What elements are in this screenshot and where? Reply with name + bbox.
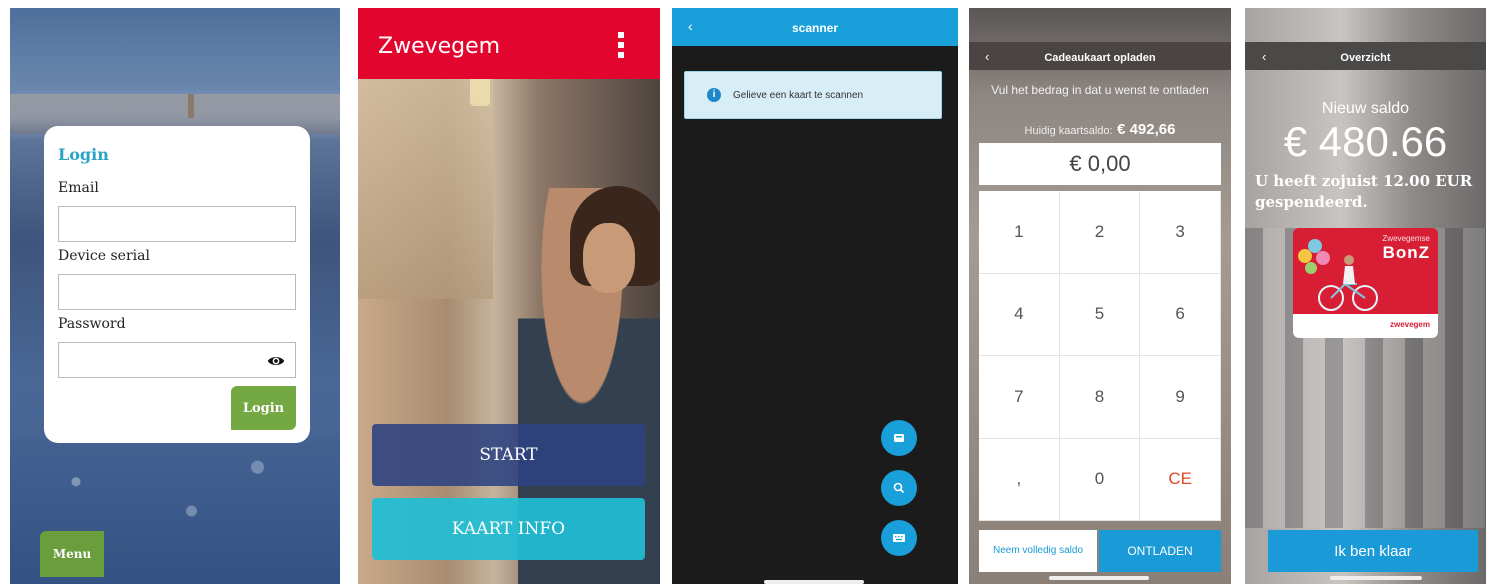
- home-screen: Zwevegem START KAART INFO: [358, 8, 660, 584]
- unload-button[interactable]: ONTLADEN: [1099, 530, 1221, 572]
- topup-screen: ‹ Cadeaukaart opladen Vul het bedrag in …: [969, 8, 1231, 584]
- info-icon: i: [707, 88, 721, 102]
- card-brand: Zwevegemse BonZ: [1382, 234, 1430, 263]
- keypad-key[interactable]: 9: [1140, 356, 1221, 439]
- current-balance: Huidig kaartsaldo: € 492,66: [969, 121, 1231, 139]
- amount-prompt: Vul het bedrag in dat u wenst te ontlade…: [991, 83, 1209, 97]
- overview-screen: ‹ Overzicht Nieuw saldo € 480.66 U heeft…: [1245, 8, 1486, 584]
- scanner-screen: ‹ scanner i Gelieve een kaart te scannen: [672, 8, 958, 584]
- device-serial-label: Device serial: [58, 248, 150, 264]
- eye-icon[interactable]: [267, 352, 285, 370]
- keypad-key[interactable]: 7: [979, 356, 1060, 439]
- card-scan-button[interactable]: [881, 420, 917, 456]
- keypad-key[interactable]: 1: [979, 191, 1060, 274]
- keypad-key[interactable]: 6: [1140, 273, 1221, 356]
- keypad-key[interactable]: 3: [1140, 191, 1221, 274]
- overview-title: Overzicht: [1340, 52, 1391, 64]
- keypad-key[interactable]: 0: [1059, 438, 1141, 521]
- password-label: Password: [58, 316, 126, 332]
- search-button[interactable]: [881, 470, 917, 506]
- password-field[interactable]: [58, 342, 296, 378]
- balance-value: € 492,66: [1117, 121, 1176, 138]
- kebab-menu-icon[interactable]: [618, 32, 626, 60]
- gift-card-image: Zwevegemse BonZ zwevegem: [1293, 228, 1438, 338]
- keypad-key[interactable]: 4: [979, 273, 1060, 356]
- keypad-key[interactable]: 5: [1059, 273, 1141, 356]
- amount-display: € 0,00: [979, 143, 1221, 185]
- new-balance-label: Nieuw saldo: [1321, 100, 1410, 117]
- numeric-keypad: 1 2 3 4 5 6 7 8 9, 0 CE: [979, 191, 1221, 521]
- balance-label: Huidig kaartsaldo:: [1024, 125, 1113, 137]
- login-title: Login: [58, 145, 109, 164]
- background-window: [358, 79, 493, 299]
- keypad-key[interactable]: 2: [1059, 191, 1141, 274]
- keypad-key[interactable]: 8: [1059, 356, 1141, 439]
- app-title: Zwevegem: [378, 34, 501, 59]
- email-field[interactable]: [58, 206, 296, 242]
- keyboard-button[interactable]: [881, 520, 917, 556]
- new-balance-value: € 480.66: [1283, 118, 1448, 165]
- email-label: Email: [58, 180, 99, 196]
- home-indicator: [764, 580, 864, 584]
- scanner-title: scanner: [791, 21, 839, 35]
- device-serial-field[interactable]: [58, 274, 296, 310]
- background-minaret: [188, 94, 194, 118]
- login-screen: Login Email Device serial Password Login…: [10, 8, 340, 584]
- home-indicator: [1049, 576, 1149, 580]
- search-icon: [893, 482, 905, 494]
- start-button[interactable]: START: [372, 424, 645, 486]
- info-text: Gelieve een kaart te scannen: [733, 90, 864, 101]
- keypad-key[interactable]: ,: [979, 438, 1060, 521]
- keypad-key[interactable]: CE: [1140, 438, 1221, 521]
- background-lamp: [470, 76, 490, 106]
- login-button[interactable]: Login: [231, 386, 296, 430]
- card-logo: zwevegem: [1389, 320, 1430, 329]
- card-small-text: Zwevegemse: [1382, 234, 1430, 243]
- keyboard-icon: [893, 534, 905, 542]
- background-face: [583, 223, 635, 293]
- home-indicator: [1330, 576, 1422, 580]
- menu-button[interactable]: Menu: [40, 531, 104, 577]
- topup-title: Cadeaukaart opladen: [1044, 52, 1156, 64]
- card-info-button[interactable]: KAART INFO: [372, 498, 645, 560]
- info-banner: i Gelieve een kaart te scannen: [684, 71, 942, 119]
- full-balance-button[interactable]: Neem volledig saldo: [979, 530, 1097, 572]
- card-icon: [894, 434, 904, 442]
- spent-message: U heeft zojuist 12.00 EUR gespendeerd.: [1255, 172, 1473, 211]
- done-button[interactable]: Ik ben klaar: [1268, 530, 1478, 572]
- card-brand-name: BonZ: [1382, 243, 1430, 262]
